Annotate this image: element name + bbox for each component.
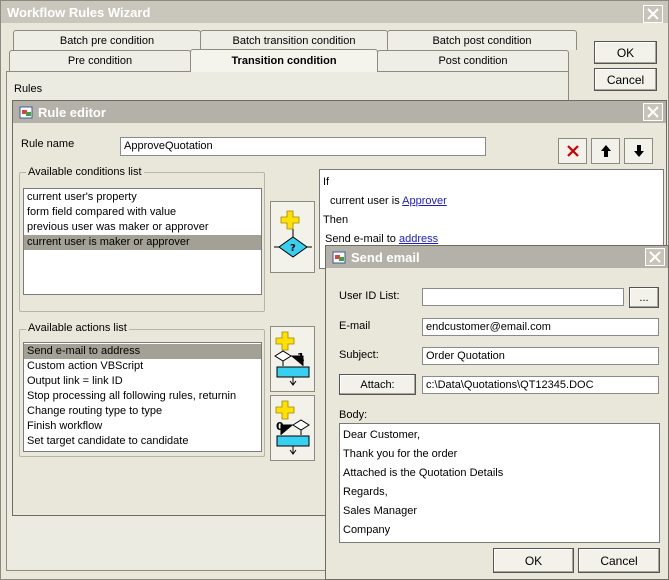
condition-text: current user is	[330, 195, 400, 207]
body-line: Sales Manager	[343, 505, 417, 517]
delete-x-icon	[566, 145, 579, 157]
tab-label: Batch pre condition	[59, 34, 155, 47]
body-line: Company	[343, 524, 391, 536]
list-item[interactable]: Stop processing all following rules, ret…	[24, 389, 261, 404]
action-text: Send e-mail to	[325, 233, 396, 245]
rules-label: Rules	[14, 83, 43, 95]
tab-label: Batch transition condition	[232, 34, 356, 47]
email-label: E-mail	[339, 320, 371, 332]
body-line: Dear Customer,	[343, 429, 421, 441]
close-icon	[647, 8, 659, 20]
rule-name-input[interactable]: ApproveQuotation	[120, 137, 486, 156]
arrow-down-icon	[633, 145, 644, 157]
subject-input[interactable]: Order Quotation	[422, 347, 659, 365]
send-email-title: Send email	[351, 249, 420, 265]
wizard-close-button[interactable]	[643, 5, 663, 23]
list-item[interactable]: previous user was maker or approver	[24, 220, 261, 235]
send-email-ok-button[interactable]: OK	[493, 548, 574, 573]
add-action-false-button[interactable]: 0	[270, 395, 315, 461]
tab-post-condition[interactable]: Post condition	[377, 50, 569, 71]
button-label: ...	[639, 291, 649, 304]
add-else-action-icon: 0	[275, 400, 310, 455]
tab-label: Pre condition	[67, 55, 133, 67]
close-icon	[647, 106, 659, 118]
attach-input[interactable]: c:\Data\Quotations\QT12345.DOC	[422, 376, 659, 394]
list-item[interactable]: Finish workflow	[24, 419, 261, 434]
list-item[interactable]: Change routing type to type	[24, 404, 261, 419]
delete-rule-button[interactable]	[558, 138, 587, 164]
move-down-button[interactable]	[624, 138, 653, 164]
rule-if-keyword: If	[323, 176, 330, 188]
body-textarea[interactable]: Dear Customer, Thank you for the order A…	[339, 423, 660, 543]
rule-editor-title: Rule editor	[38, 104, 106, 120]
list-item[interactable]: form field compared with value	[24, 205, 261, 220]
rule-condition-line: current user is Approver	[320, 194, 663, 209]
send-email-titlebar: Send email	[326, 246, 668, 268]
button-label: Attach:	[360, 378, 395, 391]
tab-label: Batch post condition	[432, 34, 532, 47]
rule-then-keyword: Then	[323, 214, 349, 226]
window-icon	[19, 105, 34, 120]
list-item[interactable]: current user's property	[24, 190, 261, 205]
body-line: Thank you for the order	[343, 448, 458, 460]
email-input[interactable]: endcustomer@email.com	[422, 318, 659, 336]
tab-pre-condition[interactable]: Pre condition	[9, 50, 191, 71]
add-condition-icon: ?	[273, 210, 312, 258]
send-email-cancel-button[interactable]: Cancel	[578, 548, 660, 573]
button-label: Cancel	[600, 553, 638, 568]
tab-label: Post condition	[438, 55, 508, 67]
add-action-true-button[interactable]: 1	[270, 326, 315, 392]
tab-label: Transition condition	[231, 55, 337, 67]
tab-batch-transition-condition[interactable]: Batch transition condition	[200, 30, 388, 50]
tab-batch-pre-condition[interactable]: Batch pre condition	[13, 30, 201, 50]
user-id-input[interactable]	[422, 288, 624, 306]
condition-parameter-link[interactable]: Approver	[402, 195, 447, 207]
list-item[interactable]: current user is maker or approver	[24, 235, 261, 250]
rule-name-label: Rule name	[21, 138, 75, 150]
actions-group-label: Available actions list	[26, 322, 129, 334]
wizard-ok-button[interactable]: OK	[594, 41, 657, 64]
svg-text:?: ?	[290, 243, 296, 254]
user-id-label: User ID List:	[339, 290, 400, 302]
wizard-title: Workflow Rules Wizard	[7, 4, 151, 20]
add-action-icon: 1	[273, 331, 309, 386]
wizard-cancel-button[interactable]: Cancel	[594, 68, 657, 91]
body-line: Attached is the Quotation Details	[343, 467, 504, 479]
action-parameter-link[interactable]: address	[399, 233, 438, 245]
conditions-list[interactable]: current user's property form field compa…	[23, 188, 262, 295]
user-id-browse-button[interactable]: ...	[629, 287, 659, 308]
button-label: Cancel	[606, 72, 645, 87]
wizard-titlebar: Workflow Rules Wizard	[1, 1, 668, 23]
send-email-window: Send email User ID List: ... E-mail endc…	[325, 245, 669, 580]
subject-label: Subject:	[339, 349, 379, 361]
close-icon	[649, 251, 661, 263]
list-item[interactable]: Set target candidate to candidate	[24, 434, 261, 449]
button-label: OK	[524, 553, 543, 568]
button-label: OK	[616, 45, 635, 60]
rule-editor-close-button[interactable]	[643, 103, 663, 121]
arrow-up-icon	[600, 145, 611, 157]
move-up-button[interactable]	[591, 138, 620, 164]
tab-batch-post-condition[interactable]: Batch post condition	[387, 30, 577, 50]
list-item[interactable]: Send e-mail to address	[24, 344, 261, 359]
actions-list[interactable]: Send e-mail to address Custom action VBS…	[23, 342, 262, 452]
body-label: Body:	[339, 409, 368, 421]
list-item[interactable]: Output link = link ID	[24, 374, 261, 389]
window-icon	[332, 250, 347, 265]
add-condition-button[interactable]: ?	[270, 201, 315, 273]
rule-editor-titlebar: Rule editor	[13, 101, 666, 123]
send-email-close-button[interactable]	[645, 248, 665, 266]
tab-transition-condition[interactable]: Transition condition	[190, 49, 378, 72]
list-item[interactable]: Custom action VBScript	[24, 359, 261, 374]
body-line: Regards,	[343, 486, 388, 498]
attach-button[interactable]: Attach:	[339, 374, 416, 395]
conditions-group-label: Available conditions list	[26, 166, 144, 178]
